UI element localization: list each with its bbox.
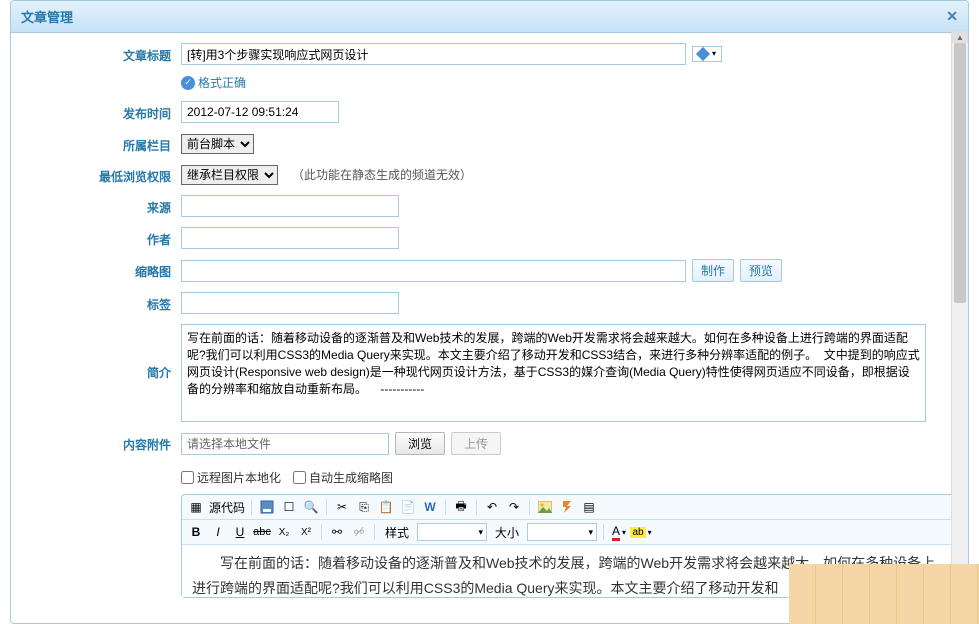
check-icon: ✓ <box>181 76 195 90</box>
label-category: 所属栏目 <box>21 133 181 154</box>
label-summary: 简介 <box>21 324 181 422</box>
article-modal: 文章管理 ✕ 文章标题 ▾ ✓ 格式正确 发布时间 <box>10 0 969 624</box>
size-label: 大小 <box>491 524 523 541</box>
thumbnail-input[interactable] <box>181 260 686 282</box>
flash-icon[interactable] <box>558 498 576 516</box>
editor-toolbar-2: B I U abc X₂ X² ⚯ ⚯̸ 样式 ▾ 大小 ▾ A▾ ab▾ <box>182 520 957 545</box>
paste-word-icon[interactable]: W <box>421 498 439 516</box>
save-icon[interactable] <box>258 498 276 516</box>
label-author: 作者 <box>21 227 181 249</box>
paste-text-icon[interactable]: 📄 <box>399 498 417 516</box>
tags-input[interactable] <box>181 292 399 314</box>
link-icon[interactable]: ⚯ <box>328 523 346 541</box>
title-color-picker[interactable]: ▾ <box>692 46 722 62</box>
remote-image-checkbox[interactable] <box>181 471 194 484</box>
label-attachment: 内容附件 <box>21 432 181 455</box>
print-icon[interactable]: 🖶 <box>452 498 470 516</box>
bg-color-icon[interactable]: ab▾ <box>632 523 650 541</box>
browse-button[interactable]: 浏览 <box>395 432 445 455</box>
image-icon[interactable] <box>536 498 554 516</box>
attachment-input[interactable] <box>181 433 389 455</box>
bold-icon[interactable]: B <box>187 523 205 541</box>
preview-icon[interactable]: 🔍 <box>302 498 320 516</box>
editor-toolbar-1: ▦ 源代码 ☐ 🔍 ✂ ⎘ 📋 📄 W 🖶 ↶ ↷ ▤ <box>182 495 957 520</box>
source-icon[interactable]: ▦ <box>187 498 205 516</box>
preview-button[interactable]: 预览 <box>740 259 782 282</box>
watermark-overlay <box>789 564 979 624</box>
validation-text: 格式正确 <box>198 74 246 91</box>
label-thumbnail: 缩略图 <box>21 259 181 282</box>
label-source: 来源 <box>21 195 181 217</box>
make-button[interactable]: 制作 <box>692 259 734 282</box>
label-tags: 标签 <box>21 292 181 314</box>
label-title: 文章标题 <box>21 43 181 91</box>
modal-header: 文章管理 ✕ <box>11 1 968 33</box>
summary-textarea[interactable]: 写在前面的话：随着移动设备的逐渐普及和Web技术的发展，跨端的Web开发需求将会… <box>181 324 926 422</box>
upload-button: 上传 <box>451 432 501 455</box>
strike-icon[interactable]: abc <box>253 523 271 541</box>
remote-image-checkbox-label[interactable]: 远程图片本地化 <box>181 469 281 486</box>
modal-body: 文章标题 ▾ ✓ 格式正确 发布时间 <box>11 33 968 623</box>
table-icon[interactable]: ▤ <box>580 498 598 516</box>
new-page-icon[interactable]: ☐ <box>280 498 298 516</box>
paste-icon[interactable]: 📋 <box>377 498 395 516</box>
auto-thumb-checkbox[interactable] <box>293 471 306 484</box>
author-input[interactable] <box>181 227 399 249</box>
title-input[interactable] <box>181 43 686 65</box>
title-validation: ✓ 格式正确 <box>181 74 246 91</box>
redo-icon[interactable]: ↷ <box>505 498 523 516</box>
permission-note: （此功能在静态生成的频道无效） <box>292 166 472 183</box>
subscript-icon[interactable]: X₂ <box>275 523 293 541</box>
copy-icon[interactable]: ⎘ <box>355 498 373 516</box>
source-input[interactable] <box>181 195 399 217</box>
scrollbar[interactable]: ▲ ▼ <box>951 31 968 621</box>
permission-select[interactable]: 继承栏目权限 <box>181 165 278 185</box>
cut-icon[interactable]: ✂ <box>333 498 351 516</box>
close-icon[interactable]: ✕ <box>946 8 958 25</box>
undo-icon[interactable]: ↶ <box>483 498 501 516</box>
modal-title: 文章管理 <box>21 7 73 26</box>
scroll-up-arrow[interactable]: ▲ <box>952 31 968 43</box>
superscript-icon[interactable]: X² <box>297 523 315 541</box>
style-label: 样式 <box>381 524 413 541</box>
unlink-icon[interactable]: ⚯̸ <box>350 523 368 541</box>
paint-icon <box>696 47 710 61</box>
scroll-thumb[interactable] <box>954 43 966 303</box>
size-select[interactable]: ▾ <box>527 523 597 541</box>
style-select[interactable]: ▾ <box>417 523 487 541</box>
publish-time-input[interactable] <box>181 101 339 123</box>
chevron-down-icon: ▾ <box>712 49 716 59</box>
text-color-icon[interactable]: A▾ <box>610 523 628 541</box>
underline-icon[interactable]: U <box>231 523 249 541</box>
source-code-button[interactable]: 源代码 <box>209 498 245 516</box>
category-select[interactable]: 前台脚本 <box>181 134 254 154</box>
label-permission: 最低浏览权限 <box>21 164 181 185</box>
label-publish-time: 发布时间 <box>21 101 181 123</box>
auto-thumb-checkbox-label[interactable]: 自动生成缩略图 <box>293 469 393 486</box>
italic-icon[interactable]: I <box>209 523 227 541</box>
